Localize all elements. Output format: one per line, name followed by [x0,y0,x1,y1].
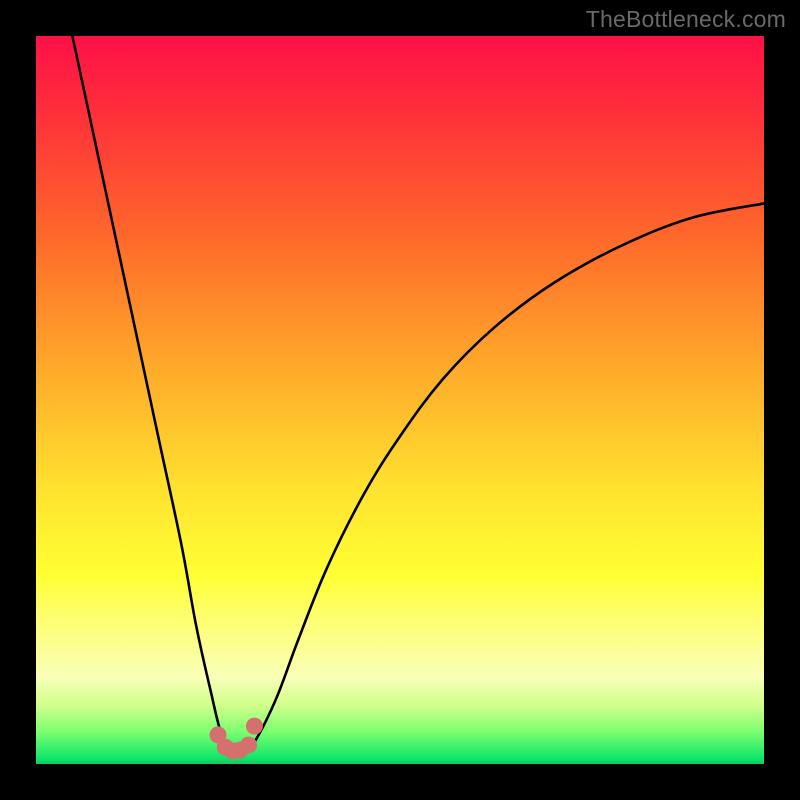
marker-point [240,737,257,754]
plot-area [36,36,764,764]
watermark-text: TheBottleneck.com [586,6,786,33]
chart-frame: TheBottleneck.com [0,0,800,800]
curve-layer [36,36,764,764]
marker-point [246,718,263,735]
bottleneck-curve [72,36,764,753]
